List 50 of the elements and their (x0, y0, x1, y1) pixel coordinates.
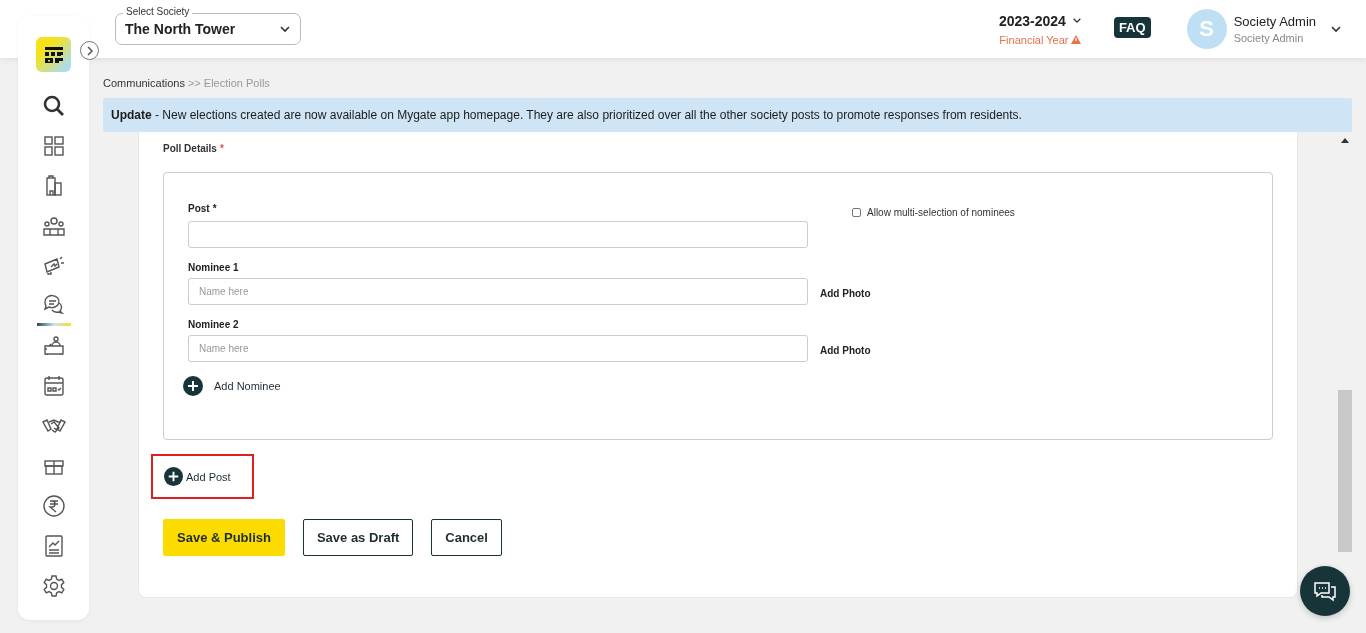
add-photo-link[interactable]: Add Photo (820, 284, 871, 299)
field-label: Nominee 1 (188, 262, 240, 273)
nominee-input[interactable]: Name here (188, 335, 808, 362)
field-label: Nominee 2 (188, 319, 240, 330)
app-logo[interactable] (36, 37, 71, 72)
chat-icon (1313, 580, 1337, 602)
add-post-button[interactable]: Add Post (151, 454, 254, 499)
faq-button[interactable]: FAQ (1113, 16, 1151, 38)
scroll-up-icon[interactable] (1341, 138, 1349, 143)
user-name: Society Admin (1233, 14, 1316, 29)
chat-icon (41, 292, 66, 317)
chevron-down-icon[interactable] (1330, 25, 1342, 33)
chevron-down-icon[interactable] (1071, 17, 1082, 24)
post-input[interactable] (188, 221, 808, 248)
update-banner: Update - New elections created are now available on Mygate app homepage. They are also prioritized over all the other society posts to promote responses from residents. (103, 98, 1352, 132)
add-nominee-link[interactable]: Add Nominee (214, 380, 281, 392)
expand-toggle[interactable] (80, 41, 99, 60)
form-button[interactable]: Cancel (431, 519, 502, 556)
search-icon (41, 94, 66, 118)
form-button[interactable]: Save as Draft (302, 519, 414, 556)
rupee-icon (41, 494, 66, 518)
required-mark: * (219, 143, 224, 154)
select-label: Select Society (123, 6, 193, 17)
checkbox[interactable] (852, 208, 861, 217)
people-icon (41, 214, 66, 238)
settings-icon (41, 574, 66, 598)
calendar-icon (41, 374, 66, 398)
chevron-right-icon (85, 45, 94, 56)
user-role: Society Admin (1233, 32, 1305, 44)
nominee-input[interactable]: Name here (188, 278, 808, 305)
chat-button[interactable] (1300, 566, 1350, 616)
chevron-down-icon (279, 25, 291, 33)
plus-circle-icon[interactable] (183, 376, 203, 396)
financial-year-label: Financial Year (999, 33, 1069, 46)
add-photo-link[interactable]: Add Photo (820, 341, 871, 356)
desk-icon (41, 334, 66, 358)
section-label: Poll Details (163, 143, 217, 154)
checkbox-label: Allow multi-selection of nominees (867, 207, 1015, 218)
select-value: The North Tower (125, 21, 236, 37)
publish-button[interactable]: Save & Publish (163, 519, 285, 556)
breadcrumb-link[interactable]: Communications (103, 77, 185, 89)
plus-circle-icon (164, 467, 183, 486)
required-mark: * (212, 203, 217, 214)
megaphone-icon (41, 254, 66, 278)
dashboard-icon (41, 134, 66, 158)
scrollbar-thumb[interactable] (1338, 390, 1352, 552)
warning-icon (1071, 35, 1082, 44)
breadcrumb-current: >> Election Polls (187, 77, 270, 89)
year-select[interactable]: 2023-2024 (998, 12, 1066, 29)
field-label: Post (188, 203, 210, 214)
